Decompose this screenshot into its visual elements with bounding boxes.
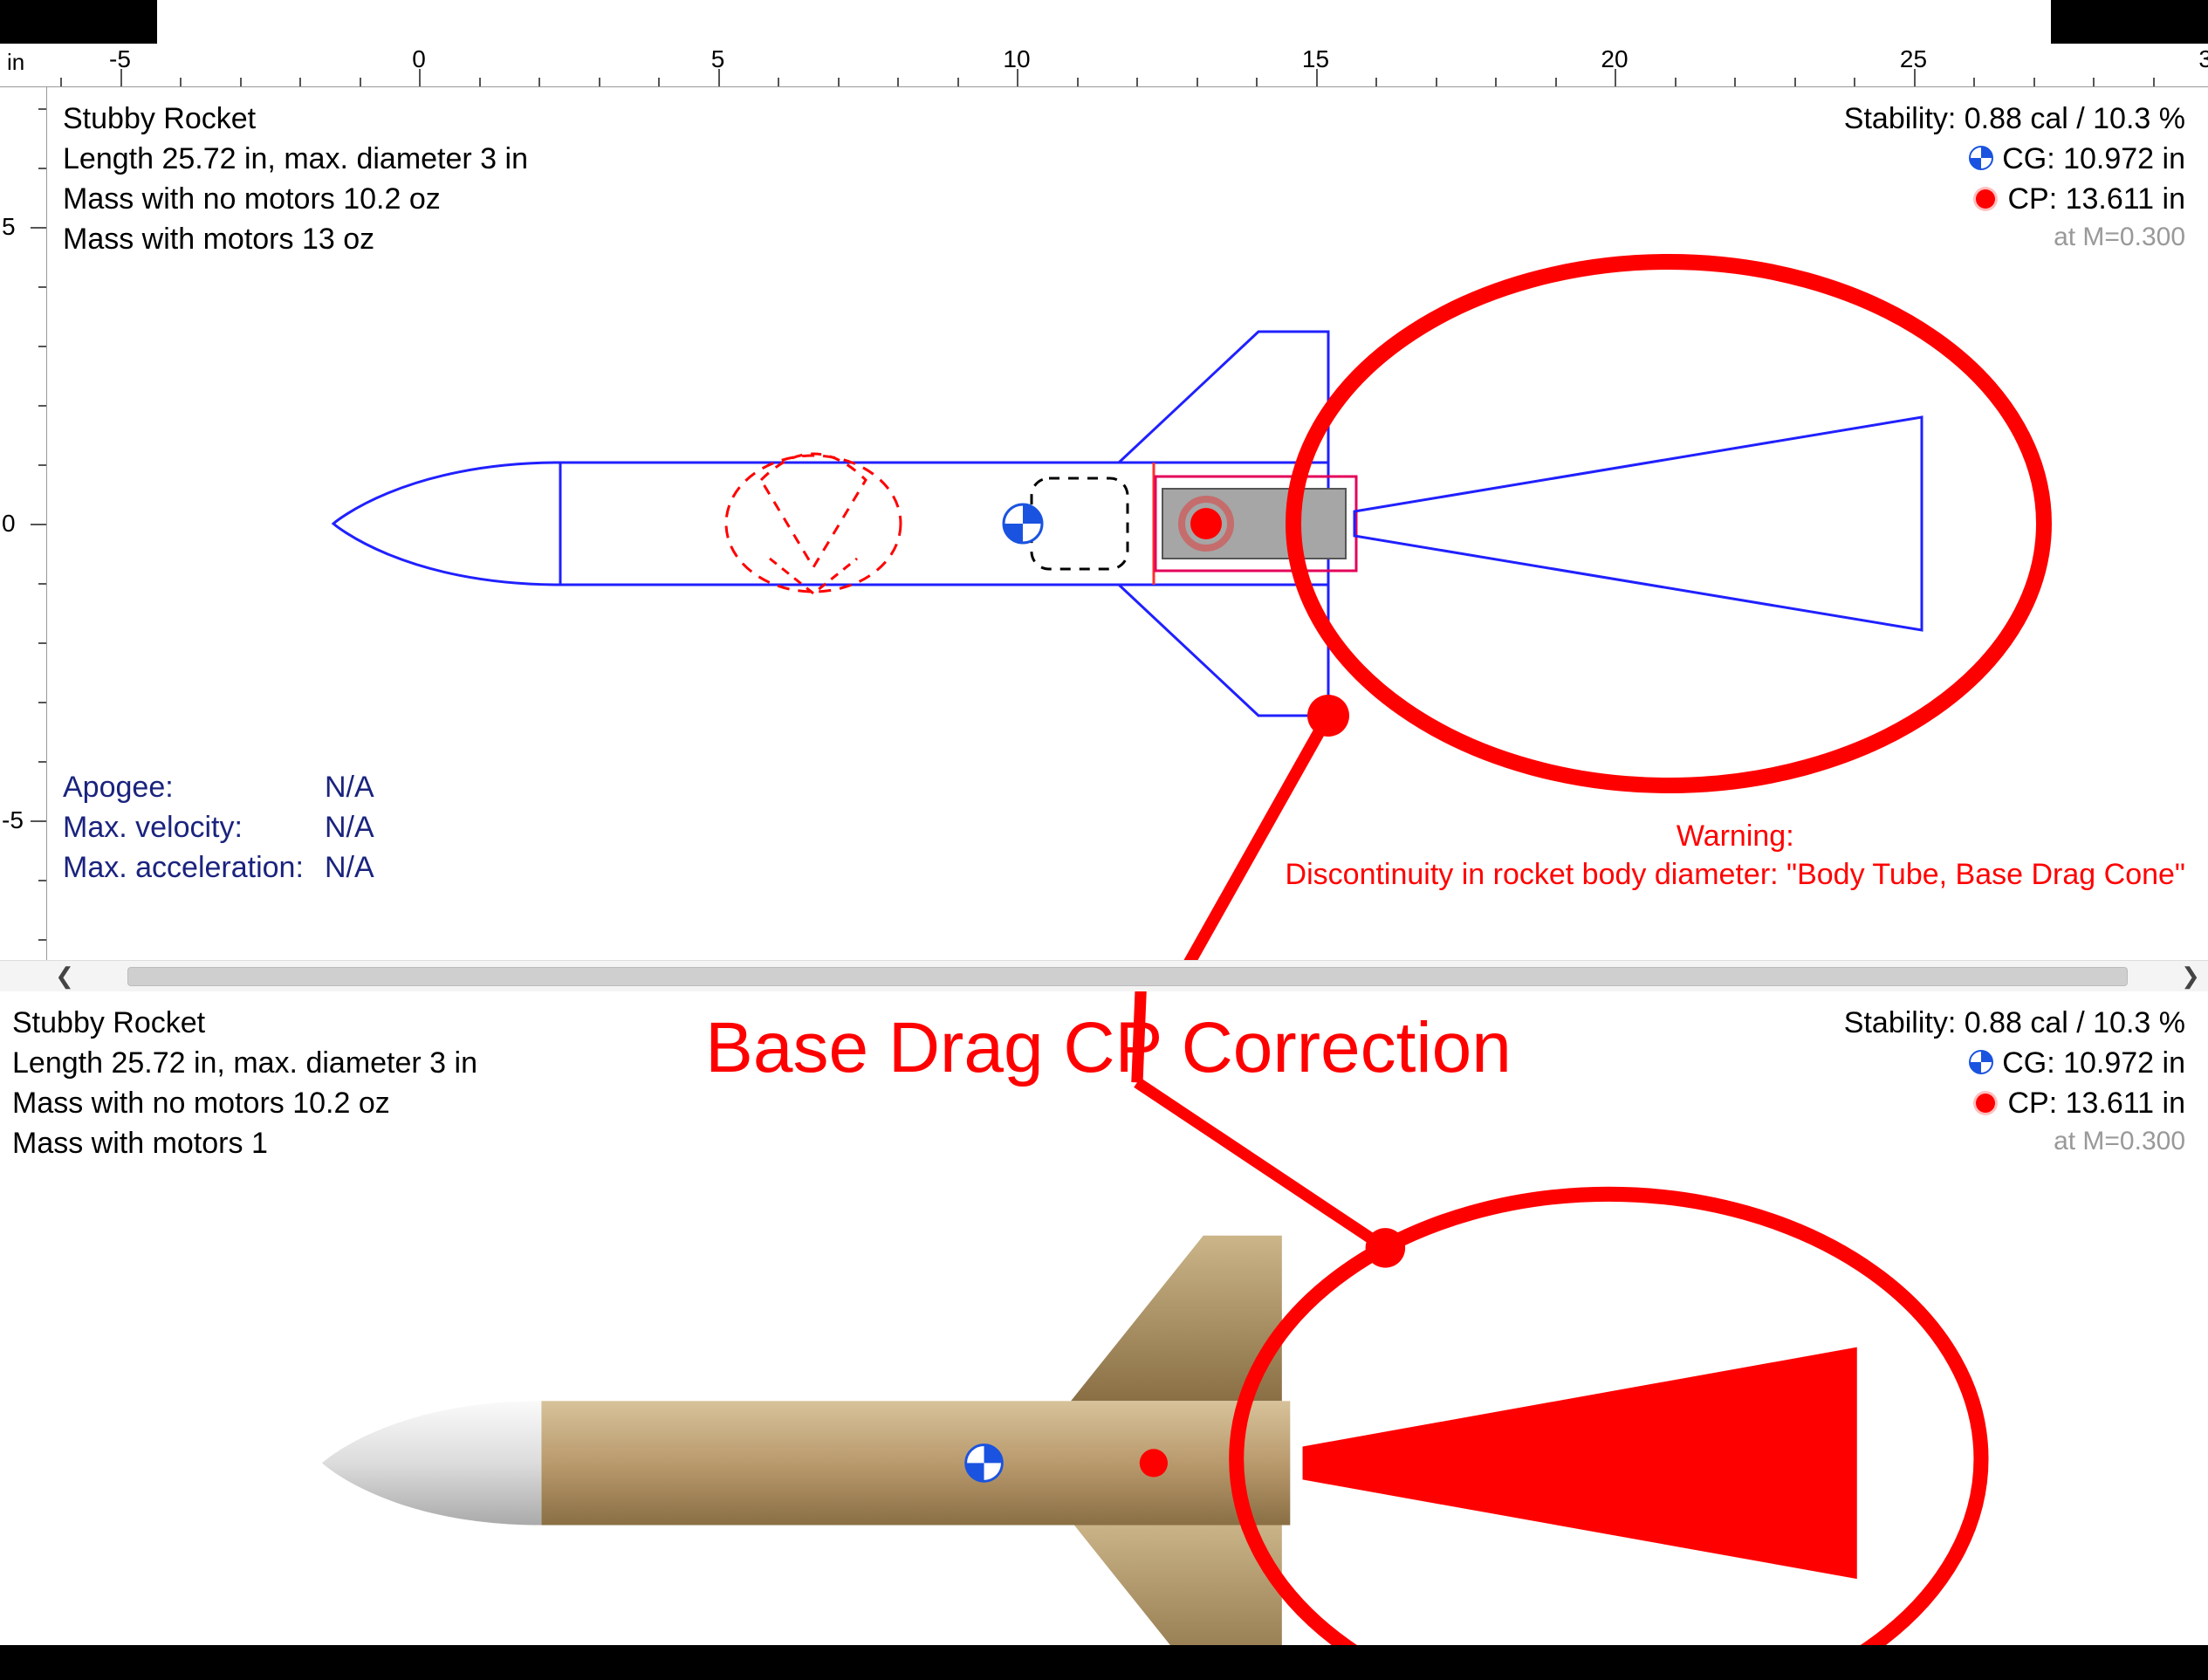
maxacc-value: N/A [325,848,374,888]
mass-with-motors: Mass with motors 13 oz [63,220,528,260]
stability-block-bottom: Stability: 0.88 cal / 10.3 % CG: 10.972 … [1844,1004,2185,1159]
page-root: in -5051015202530 50-5 Stubby Rocket Len… [0,0,2208,1680]
maxvel-value: N/A [325,808,374,848]
annotation-label: Base Drag CP Correction [593,1007,1623,1089]
sim-block: Apogee: N/A Max. velocity: N/A Max. accele… [63,768,374,888]
scrollbar-horizontal[interactable]: ❮ ❯ [0,960,2208,991]
maxvel-label: Max. velocity: [63,808,307,848]
pane-top-wrap: 50-5 Stubby Rocket Length 25.72 in, max.… [0,87,2208,960]
warning-title: Warning: [1286,817,2185,855]
mass-no-motors: Mass with no motors 10.2 oz [12,1084,477,1124]
rocket-name: Stubby Rocket [12,1004,477,1044]
stability: Stability: 0.88 cal / 10.3 % [1844,99,2185,140]
info-block-top: Stubby Rocket Length 25.72 in, max. diam… [63,99,528,260]
cg-icon [1969,1050,1993,1074]
pane-bottom[interactable]: Stubby Rocket Length 25.72 in, max. diam… [0,991,2208,1645]
apogee-value: N/A [325,768,374,808]
scroll-thumb[interactable] [127,967,2128,986]
ruler-vertical: 50-5 [0,87,47,960]
rocket-name: Stubby Rocket [63,99,528,140]
mach-label: at M=0.300 [1844,1124,2185,1160]
cp-icon [1976,1094,1995,1113]
scroll-right-button[interactable]: ❯ [2173,961,2208,992]
mass-with-motors: Mass with motors 1 [12,1124,477,1164]
cg-label: CG: 10.972 in [2002,142,2185,175]
info-block-bottom: Stubby Rocket Length 25.72 in, max. diam… [12,1004,477,1164]
warning-block: Warning: Discontinuity in rocket body di… [1286,817,2185,894]
stability: Stability: 0.88 cal / 10.3 % [1844,1004,2185,1044]
top-black-bar [0,0,2208,44]
warning-body: Discontinuity in rocket body diameter: "… [1286,855,2185,894]
cp-icon [1976,189,1995,209]
mass-no-motors: Mass with no motors 10.2 oz [63,180,528,220]
ruler-horizontal: in -5051015202530 [0,44,2208,87]
bottom-black-bar [0,1645,2208,1680]
cp-label: CP: 13.611 in [2007,1087,2185,1120]
apogee-label: Apogee: [63,768,307,808]
mach-label: at M=0.300 [1844,220,2185,256]
maxacc-label: Max. acceleration: [63,848,307,888]
ruler-unit: in [3,49,28,76]
pane-top[interactable]: Stubby Rocket Length 25.72 in, max. diam… [47,87,2208,960]
length-line: Length 25.72 in, max. diameter 3 in [12,1044,477,1084]
scroll-track[interactable] [86,967,2170,986]
cg-icon [1969,146,1993,170]
cg-label: CG: 10.972 in [2002,1046,2185,1080]
length-line: Length 25.72 in, max. diameter 3 in [63,140,528,180]
cp-label: CP: 13.611 in [2007,182,2185,216]
scroll-left-button[interactable]: ❮ [47,961,82,992]
stability-block-top: Stability: 0.88 cal / 10.3 % CG: 10.972 … [1844,99,2185,255]
